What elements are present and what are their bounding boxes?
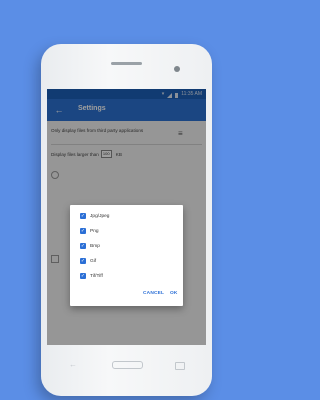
option-jpg[interactable]: ✓ Jpg/Jpeg xyxy=(80,211,109,221)
phone-frame: ▾ 11:35 AM ← Settings Only display files… xyxy=(41,44,212,396)
ok-button[interactable]: OK xyxy=(170,291,178,296)
option-bmp[interactable]: ✓ Bmp xyxy=(80,241,100,251)
option-tif[interactable]: ✓ Tif/Tiff xyxy=(80,271,103,281)
option-label: Png xyxy=(90,228,99,234)
nav-home-icon[interactable] xyxy=(112,361,143,369)
nav-recent-apps-icon[interactable] xyxy=(175,362,185,370)
option-label: Jpg/Jpeg xyxy=(90,213,110,219)
file-type-dialog: ✓ Jpg/Jpeg ✓ Png ✓ Bmp ✓ Gif ✓ Tif/Tiff … xyxy=(70,205,183,306)
option-label: Gif xyxy=(90,258,97,264)
checkbox-checked-icon[interactable]: ✓ xyxy=(80,273,86,279)
option-gif[interactable]: ✓ Gif xyxy=(80,256,96,266)
speaker-grille xyxy=(111,62,142,65)
nav-back-icon[interactable]: ← xyxy=(69,361,79,369)
front-camera xyxy=(174,66,180,72)
option-label: Bmp xyxy=(90,243,100,249)
phone-screen: ▾ 11:35 AM ← Settings Only display files… xyxy=(47,89,206,345)
option-png[interactable]: ✓ Png xyxy=(80,226,99,236)
cancel-button[interactable]: CANCEL xyxy=(143,291,164,296)
option-label: Tif/Tiff xyxy=(90,273,103,279)
checkbox-checked-icon[interactable]: ✓ xyxy=(80,213,86,219)
checkbox-checked-icon[interactable]: ✓ xyxy=(80,243,86,249)
checkbox-checked-icon[interactable]: ✓ xyxy=(80,258,86,264)
checkbox-checked-icon[interactable]: ✓ xyxy=(80,228,86,234)
